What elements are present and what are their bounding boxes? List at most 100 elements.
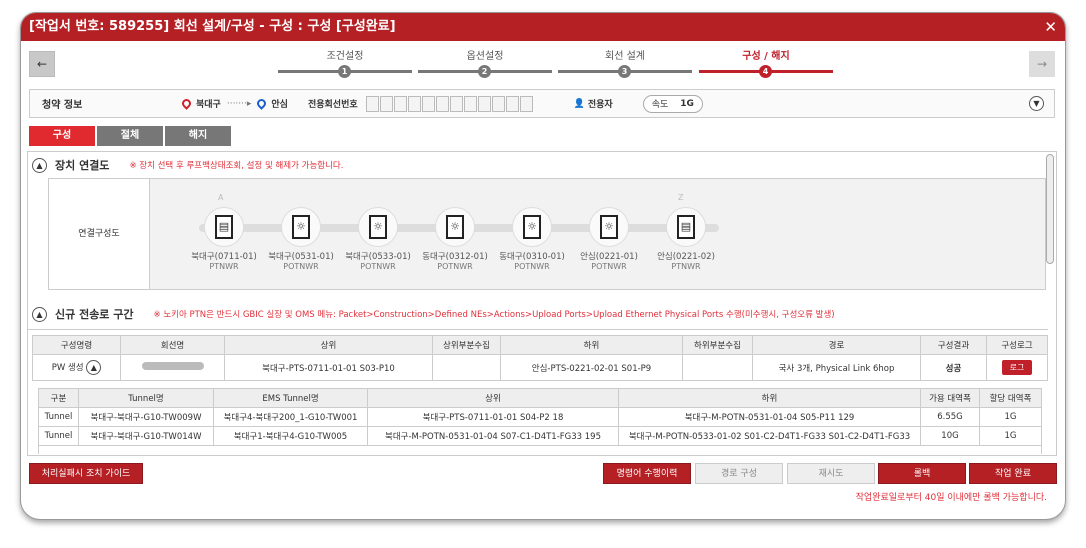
- table-row[interactable]: Tunnel 북대구-북대구-G10-TW009W 북대구4-북대구200_1-G1…: [38, 407, 1042, 427]
- column-header: Tunnel명: [78, 388, 214, 408]
- command-history-button[interactable]: 명령어 수행이력: [603, 463, 691, 484]
- next-step-button[interactable]: →: [1029, 51, 1055, 77]
- column-header: 하위부분수집: [682, 335, 753, 355]
- retry-button[interactable]: 재시도: [787, 463, 875, 484]
- path-table: 구성명령 회선명 상위 상위부분수집 하위 하위부분수집 경로 구성결과 구성로그 PW 생성 …: [32, 335, 1048, 381]
- cell-upper-part: [432, 354, 501, 381]
- cell-lower: 안심-PTS-0221-02-01 S01-P9: [500, 354, 683, 381]
- collapse-icon[interactable]: ▲: [86, 360, 102, 375]
- device-node[interactable]: ☼ 북대구(0531-01) POTNWR: [263, 207, 339, 271]
- node-type: PTNWR: [671, 262, 701, 271]
- column-header: 구성결과: [920, 335, 987, 355]
- step-4[interactable]: 구성 / 해지 4: [699, 47, 833, 78]
- collapse-icon[interactable]: ▲: [32, 157, 47, 173]
- table-cell: 1G: [979, 407, 1042, 427]
- step-number: 4: [759, 65, 772, 78]
- subscription-info-bar: 청약 정보 북대구 ·······▸ 안심 전용회선번호 👤 전용자 속도 1G …: [29, 89, 1055, 118]
- node-name: 동대구(0312-01): [422, 252, 488, 262]
- step-1[interactable]: 조건설정 1: [278, 47, 412, 78]
- user-icon: 👤: [573, 98, 585, 109]
- diagram-label: 연결구성도: [49, 179, 150, 289]
- node-type: POTNWR: [514, 262, 550, 271]
- column-header: 구성로그: [986, 335, 1048, 355]
- rollback-note: 작업완료일로부터 40일 이내에만 롤백 가능합니다.: [855, 493, 1047, 503]
- device-node[interactable]: ▤ 북대구(0711-01) PTNWR: [186, 207, 262, 271]
- step-2[interactable]: 옵션설정 2: [418, 47, 552, 78]
- section-note: ※ 노키아 PTN은 반드시 GBIC 실장 및 OMS 메뉴: Packet>…: [153, 310, 835, 320]
- step-label: 옵션설정: [466, 51, 504, 62]
- device-node[interactable]: ☼ 안심(0221-01) POTNWR: [571, 207, 647, 271]
- column-header: 하위: [500, 335, 683, 355]
- tab-configure[interactable]: 구성: [29, 126, 95, 146]
- collapse-icon[interactable]: ▲: [32, 306, 47, 322]
- rollback-button[interactable]: 롤백: [878, 463, 966, 484]
- cell-log: 로그: [986, 354, 1048, 381]
- column-header: EMS Tunnel명: [213, 388, 368, 408]
- a-end-label: A: [218, 193, 224, 202]
- otn-device-icon: ☼: [435, 207, 475, 247]
- failure-guide-button[interactable]: 처리실패시 조치 가이드: [29, 463, 143, 484]
- dialog-window: [작업서 번호: 589255] 회선 설계/구성 - 구성 : 구성 [구성완…: [20, 12, 1066, 520]
- table-row[interactable]: Tunnel 북대구-북대구-G10-TW014W 북대구1-북대구4-G10-TW…: [38, 426, 1042, 446]
- complete-button[interactable]: 작업 완료: [969, 463, 1057, 484]
- column-header: 구분: [38, 388, 79, 408]
- line-number-boxes: [365, 95, 534, 112]
- column-header: 구성명령: [32, 335, 121, 355]
- section-note: ※ 장치 선택 후 루프백상태조회, 설정 및 해제가 가능합니다.: [129, 161, 344, 171]
- cell-lower-part: [682, 354, 753, 381]
- tab-switch[interactable]: 절체: [97, 126, 163, 146]
- table-cell: 북대구-북대구-G10-TW009W: [78, 407, 214, 427]
- node-name: 안심(0221-01): [580, 252, 638, 262]
- window-title: [작업서 번호: 589255] 회선 설계/구성 - 구성 : 구성 [구성완…: [21, 13, 1065, 41]
- table-row[interactable]: PW 생성 ▲ 북대구-PTS-0711-01-01 S03-P10 안심-PT…: [32, 354, 1048, 381]
- device-node[interactable]: ☼ 동대구(0310-01) POTNWR: [494, 207, 570, 271]
- column-header: 상위부분수집: [432, 335, 501, 355]
- ptn-device-icon: ▤: [204, 207, 244, 247]
- section-title: 신규 전송로 구간: [55, 308, 134, 321]
- cell-line-name: [120, 354, 225, 381]
- step-number: 3: [618, 65, 631, 78]
- scrollbar[interactable]: [1046, 154, 1054, 264]
- column-header: 가용 대역폭: [920, 388, 980, 408]
- section-device-diagram: ▲ 장치 연결도 ※ 장치 선택 후 루프백상태조회, 설정 및 해제가 가능합…: [32, 157, 343, 173]
- expand-down-icon[interactable]: ▼: [1029, 96, 1044, 111]
- column-header: 할당 대역폭: [979, 388, 1042, 408]
- node-name: 북대구(0531-01): [268, 252, 334, 262]
- table-cell: 북대구-PTS-0711-01-01 S04-P2 18: [367, 407, 619, 427]
- device-node[interactable]: ▤ 안심(0221-02) PTNWR: [648, 207, 724, 271]
- close-icon[interactable]: ✕: [1044, 13, 1057, 41]
- route-config-button[interactable]: 경로 구성: [695, 463, 783, 484]
- step-number: 1: [338, 65, 351, 78]
- table-cell: 10G: [920, 426, 980, 446]
- node-name: 북대구(0711-01): [191, 252, 257, 262]
- table-cell: 북대구1-북대구4-G10-TW005: [213, 426, 368, 446]
- speed-label: 속도: [651, 100, 669, 110]
- table-cell: Tunnel: [38, 407, 79, 427]
- prev-step-button[interactable]: ←: [29, 51, 55, 77]
- step-label: 구성 / 해지: [742, 51, 790, 62]
- table-cell: 북대구-M-POTN-0531-01-04 S05-P11 129: [618, 407, 921, 427]
- user-label: 전용자: [587, 100, 613, 110]
- device-node[interactable]: ☼ 북대구(0533-01) POTNWR: [340, 207, 416, 271]
- arrow-icon: ·······▸: [226, 98, 252, 109]
- node-type: PTNWR: [209, 262, 239, 271]
- table-cell: 6.55G: [920, 407, 980, 427]
- otn-device-icon: ☼: [281, 207, 321, 247]
- table-cell: Tunnel: [38, 426, 79, 446]
- step-number: 2: [478, 65, 491, 78]
- to-location: 안심: [271, 100, 288, 110]
- cell-result: 성공: [920, 354, 987, 381]
- tab-terminate[interactable]: 해지: [165, 126, 231, 146]
- log-button[interactable]: 로그: [1001, 360, 1033, 375]
- ptn-device-icon: ▤: [666, 207, 706, 247]
- device-node[interactable]: ☼ 동대구(0312-01) POTNWR: [417, 207, 493, 271]
- info-title: 청약 정보: [42, 100, 83, 111]
- column-header: 상위: [224, 335, 433, 355]
- step-3[interactable]: 회선 설계 3: [558, 47, 692, 78]
- location-pin-icon: [255, 97, 269, 110]
- cell-path: 국사 3개, Physical Link 6hop: [752, 354, 921, 381]
- tunnel-table: 구분 Tunnel명 EMS Tunnel명 상위 하위 가용 대역폭 할당 대역폭 Tun…: [38, 388, 1042, 454]
- cell-upper: 북대구-PTS-0711-01-01 S03-P10: [224, 354, 433, 381]
- node-type: POTNWR: [283, 262, 319, 271]
- node-name: 안심(0221-02): [657, 252, 715, 262]
